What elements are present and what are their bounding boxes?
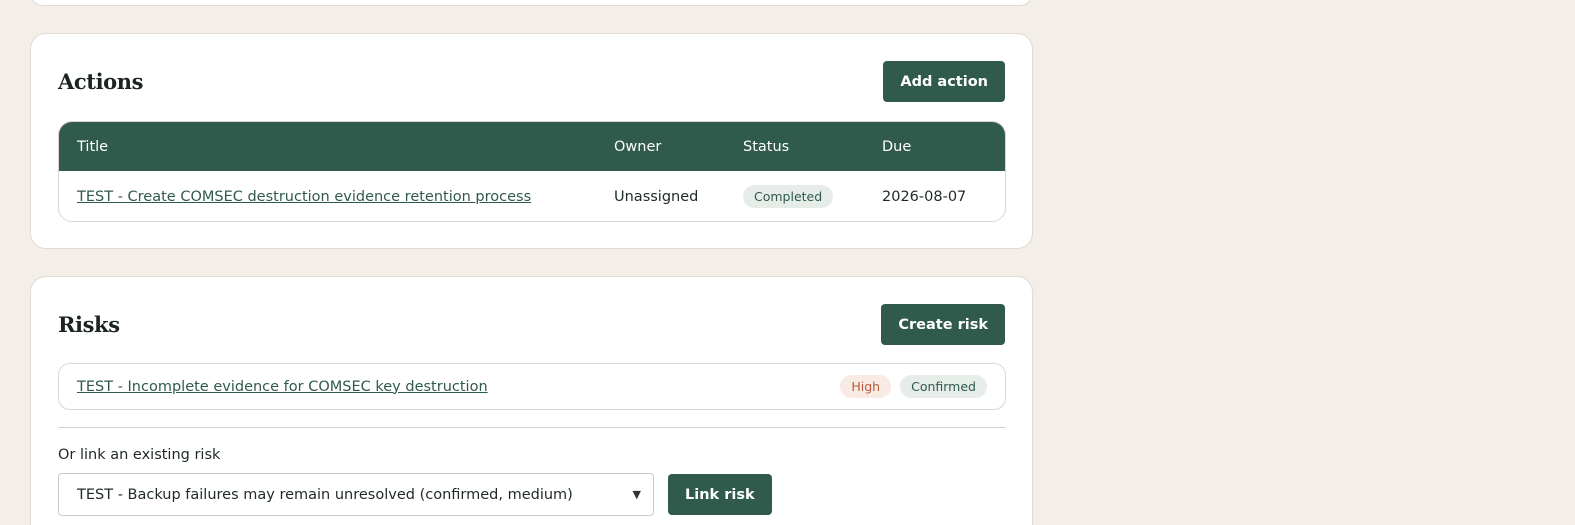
actions-card: Actions Add action Title Owner Status Du… (30, 33, 1033, 249)
action-title-link[interactable]: TEST - Create COMSEC destruction evidenc… (77, 189, 531, 205)
risk-badges: High Confirmed (840, 375, 987, 398)
action-due-date: 2026-08-07 (882, 188, 967, 205)
action-owner: Unassigned (614, 188, 699, 205)
risk-title-link[interactable]: TEST - Incomplete evidence for COMSEC ke… (77, 379, 488, 395)
risks-card: Risks Create risk TEST - Incomplete evid… (30, 276, 1033, 525)
existing-risk-select-value: TEST - Backup failures may remain unreso… (77, 486, 573, 503)
column-header-due: Due (882, 138, 912, 155)
risk-state-badge: Confirmed (900, 375, 987, 398)
divider (58, 427, 1006, 428)
link-existing-risk-label: Or link an existing risk (58, 447, 221, 463)
actions-table: Title Owner Status Due TEST - Create COM… (58, 121, 1006, 222)
status-badge: Completed (743, 185, 834, 208)
column-header-status: Status (743, 138, 790, 155)
link-risk-button[interactable]: Link risk (668, 474, 772, 515)
list-item: TEST - Incomplete evidence for COMSEC ke… (58, 363, 1006, 410)
page: Actions Add action Title Owner Status Du… (0, 0, 1575, 525)
action-status-cell: Completed (743, 185, 834, 208)
actions-table-header: Title Owner Status Due (59, 122, 1005, 171)
actions-title: Actions (58, 69, 144, 94)
actions-header: Actions Add action (58, 61, 1005, 102)
chevron-down-icon: ▼ (632, 488, 641, 501)
previous-card (30, 0, 1033, 6)
create-risk-button[interactable]: Create risk (881, 304, 1005, 345)
link-risk-controls: TEST - Backup failures may remain unreso… (58, 473, 772, 516)
column-header-title: Title (77, 138, 109, 155)
risks-title: Risks (58, 312, 120, 337)
risks-header: Risks Create risk (58, 304, 1005, 345)
severity-badge: High (840, 375, 892, 398)
table-row: TEST - Create COMSEC destruction evidenc… (59, 171, 1005, 221)
column-header-owner: Owner (614, 138, 662, 155)
existing-risk-select[interactable]: TEST - Backup failures may remain unreso… (58, 473, 654, 516)
add-action-button[interactable]: Add action (883, 61, 1005, 102)
